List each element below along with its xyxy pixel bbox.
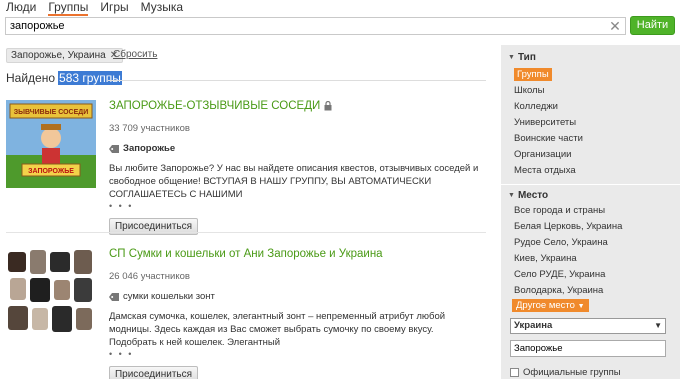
results-count: Найдено 583 группы [6, 71, 122, 85]
heading-rule [108, 80, 486, 81]
found-prefix: Найдено [6, 71, 56, 85]
filter-sidebar: ▼ Тип Группы Школы Колледжи Университеты… [501, 45, 680, 379]
search-input[interactable] [6, 18, 601, 34]
reset-filters-link[interactable]: Сбросить [113, 49, 157, 60]
tab-games[interactable]: Игры [100, 0, 128, 16]
country-select[interactable]: Украина ▼ [510, 318, 666, 334]
tag-icon [109, 144, 119, 153]
lock-icon [324, 100, 332, 111]
member-count: 33 709 участников [109, 123, 190, 134]
place-section-label: Место [517, 190, 549, 201]
bags-thumbnail-image [6, 248, 96, 336]
place-item[interactable]: Киев, Украина [514, 251, 680, 267]
sidebar-item-organizations[interactable]: Организации [514, 147, 680, 163]
place-item[interactable]: Володарка, Украина [514, 283, 680, 299]
sidebar-item-schools[interactable]: Школы [514, 83, 680, 99]
search-button[interactable]: Найти [630, 16, 675, 35]
dropdown-arrow-icon: ▼ [577, 303, 585, 310]
tab-groups[interactable]: Группы [48, 0, 89, 16]
group-tag[interactable]: Запорожье [123, 143, 175, 154]
sidebar-item-universities[interactable]: Университеты [514, 115, 680, 131]
collapse-triangle-icon: ▼ [508, 54, 515, 61]
sidebar-item-resorts[interactable]: Места отдыха [514, 163, 680, 179]
type-section-header[interactable]: ▼ Тип [508, 52, 680, 63]
official-groups-option[interactable]: Официальные группы [510, 367, 680, 378]
sidebar-item-groups[interactable]: Группы [514, 67, 680, 83]
other-place-button[interactable]: Другое место ▼ [512, 299, 589, 312]
more-dots-icon[interactable]: • • • [109, 201, 479, 211]
tab-people[interactable]: Люди [6, 0, 36, 16]
place-item[interactable]: Белая Церковь, Украина [514, 219, 680, 235]
type-section-label: Тип [517, 52, 536, 63]
found-count: 583 группы [58, 71, 122, 85]
tab-music[interactable]: Музыка [141, 0, 183, 16]
sidebar-divider [501, 184, 680, 185]
search-box: ✕ [5, 17, 626, 35]
group-tag[interactable]: сумки кошельки зонт [123, 291, 215, 302]
more-dots-icon[interactable]: • • • [109, 349, 479, 359]
filter-chip: Запорожье, Украина ✕ [6, 48, 124, 63]
results-divider [6, 232, 486, 233]
collapse-triangle-icon: ▼ [508, 192, 515, 199]
tag-icon [109, 292, 119, 301]
cartoon-thumbnail-image: ЗЫВЧИВЫЕ СОСЕДИ ЗАПОРОЖЬЕ [6, 100, 96, 188]
top-tabs: Люди Группы Игры Музыка [6, 0, 183, 16]
place-item[interactable]: Все города и страны [514, 203, 680, 219]
select-arrow-icon: ▼ [654, 321, 662, 330]
member-count: 26 046 участников [109, 271, 190, 282]
filter-chip-label: Запорожье, Украина [11, 50, 106, 61]
sidebar-item-military[interactable]: Воинские части [514, 131, 680, 147]
place-section-header[interactable]: ▼ Место [508, 190, 680, 201]
group-title[interactable]: СП Сумки и кошельки от Ани Запорожье и У… [109, 248, 383, 260]
group-thumbnail[interactable] [6, 248, 96, 336]
group-title[interactable]: ЗАПОРОЖЬЕ-ОТЗЫВЧИВЫЕ СОСЕДИ [109, 100, 320, 112]
place-item[interactable]: Рудое Село, Украина [514, 235, 680, 251]
city-input[interactable] [510, 340, 666, 357]
group-thumbnail[interactable]: ЗЫВЧИВЫЕ СОСЕДИ ЗАПОРОЖЬЕ [6, 100, 96, 188]
official-checkbox[interactable] [510, 368, 519, 377]
official-label: Официальные группы [523, 367, 621, 378]
clear-search-icon[interactable]: ✕ [608, 19, 622, 33]
place-item[interactable]: Село РУДЕ, Украина [514, 267, 680, 283]
thumb-caption-bottom: ЗАПОРОЖЬЕ [28, 168, 74, 175]
sidebar-item-colleges[interactable]: Колледжи [514, 99, 680, 115]
thumb-caption-top: ЗЫВЧИВЫЕ СОСЕДИ [14, 109, 89, 116]
group-description: Вы любите Запорожье? У нас вы найдете оп… [109, 163, 479, 200]
group-description: Дамская сумочка, кошелек, элегантный зон… [109, 311, 446, 348]
join-button[interactable]: Присоединиться [109, 366, 198, 379]
